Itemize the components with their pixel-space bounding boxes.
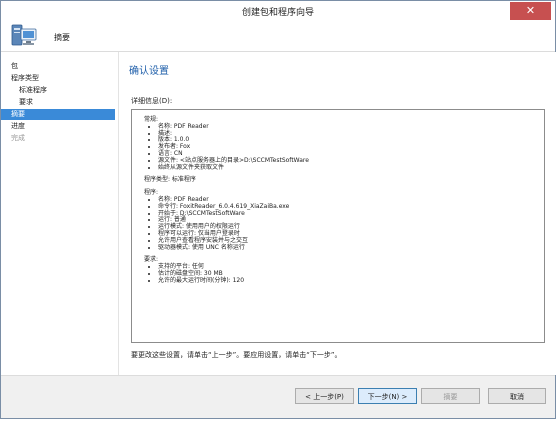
next-button[interactable]: 下一步(N) >	[358, 388, 417, 404]
nav-item-package[interactable]: 包	[11, 61, 18, 72]
wizard-nav: 包 程序类型 标准程序 要求 摘要 进度 完成	[1, 52, 115, 375]
nav-item-program-type[interactable]: 程序类型	[11, 73, 39, 84]
program-type-line: 程序类型: 标准程序	[144, 176, 196, 184]
details-content: 常规: 名称: PDF Reader 描述: 版本: 1.0.0 发布者: Fo…	[144, 116, 538, 285]
list-item: 描述:	[158, 130, 538, 138]
nav-item-standard-program[interactable]: 标准程序	[19, 85, 47, 96]
general-list: 名称: PDF Reader 描述: 版本: 1.0.0 发布者: Fox 语言…	[144, 123, 538, 172]
list-item: 始终从源文件夹获取文件	[158, 164, 538, 172]
nav-item-requirements[interactable]: 要求	[19, 97, 33, 108]
list-item: 版本: 1.0.0	[158, 137, 538, 144]
list-item: 允许的最大运行时间(分钟): 120	[158, 277, 538, 285]
program-list: 名称: PDF Reader 命令行: FoxitReader_6.0.4.61…	[144, 196, 538, 252]
nav-item-summary[interactable]: 摘要	[1, 109, 115, 120]
instruction-hint: 要更改这些设置，请单击“上一步”。要应用设置，请单击“下一步”。	[131, 351, 342, 359]
cancel-button[interactable]: 取消	[488, 388, 546, 404]
list-item: 开始于: D:\SCCMTestSoftWare	[158, 210, 538, 218]
details-textbox[interactable]: 常规: 名称: PDF Reader 描述: 版本: 1.0.0 发布者: Fo…	[131, 109, 545, 343]
details-label: 详细信息(D):	[131, 97, 173, 105]
close-button[interactable]: ✕	[510, 2, 551, 20]
window-title: 创建包和程序向导	[241, 8, 314, 18]
title-bar: 创建包和程序向导 ✕	[1, 1, 555, 23]
header-title: 摘要	[54, 33, 70, 42]
page-title: 确认设置	[129, 66, 169, 77]
summary-button: 摘要	[421, 388, 480, 404]
nav-item-progress[interactable]: 进度	[11, 121, 25, 132]
back-button[interactable]: < 上一步(P)	[295, 388, 354, 404]
list-item: 驱动器模式: 使用 UNC 名称运行	[158, 244, 538, 252]
computer-icon	[11, 24, 37, 46]
wizard-window: 创建包和程序向导 ✕ 摘要 包 程序类型 标准程序 要求 摘要 进度 完成 确认…	[0, 0, 556, 419]
requirements-list: 支持的平台: 任何 估计的磁盘空间: 30 MB 允许的最大运行时间(分钟): …	[144, 263, 538, 285]
nav-item-completion: 完成	[11, 134, 25, 142]
list-item: 发布者: Fox	[158, 143, 538, 151]
main-panel: 确认设置 详细信息(D): 常规: 名称: PDF Reader 描述: 版本:…	[118, 52, 556, 375]
list-item: 名称: PDF Reader	[158, 123, 538, 131]
wizard-footer: < 上一步(P) 下一步(N) > 摘要 取消	[1, 376, 555, 418]
wizard-header: 摘要	[1, 23, 555, 52]
